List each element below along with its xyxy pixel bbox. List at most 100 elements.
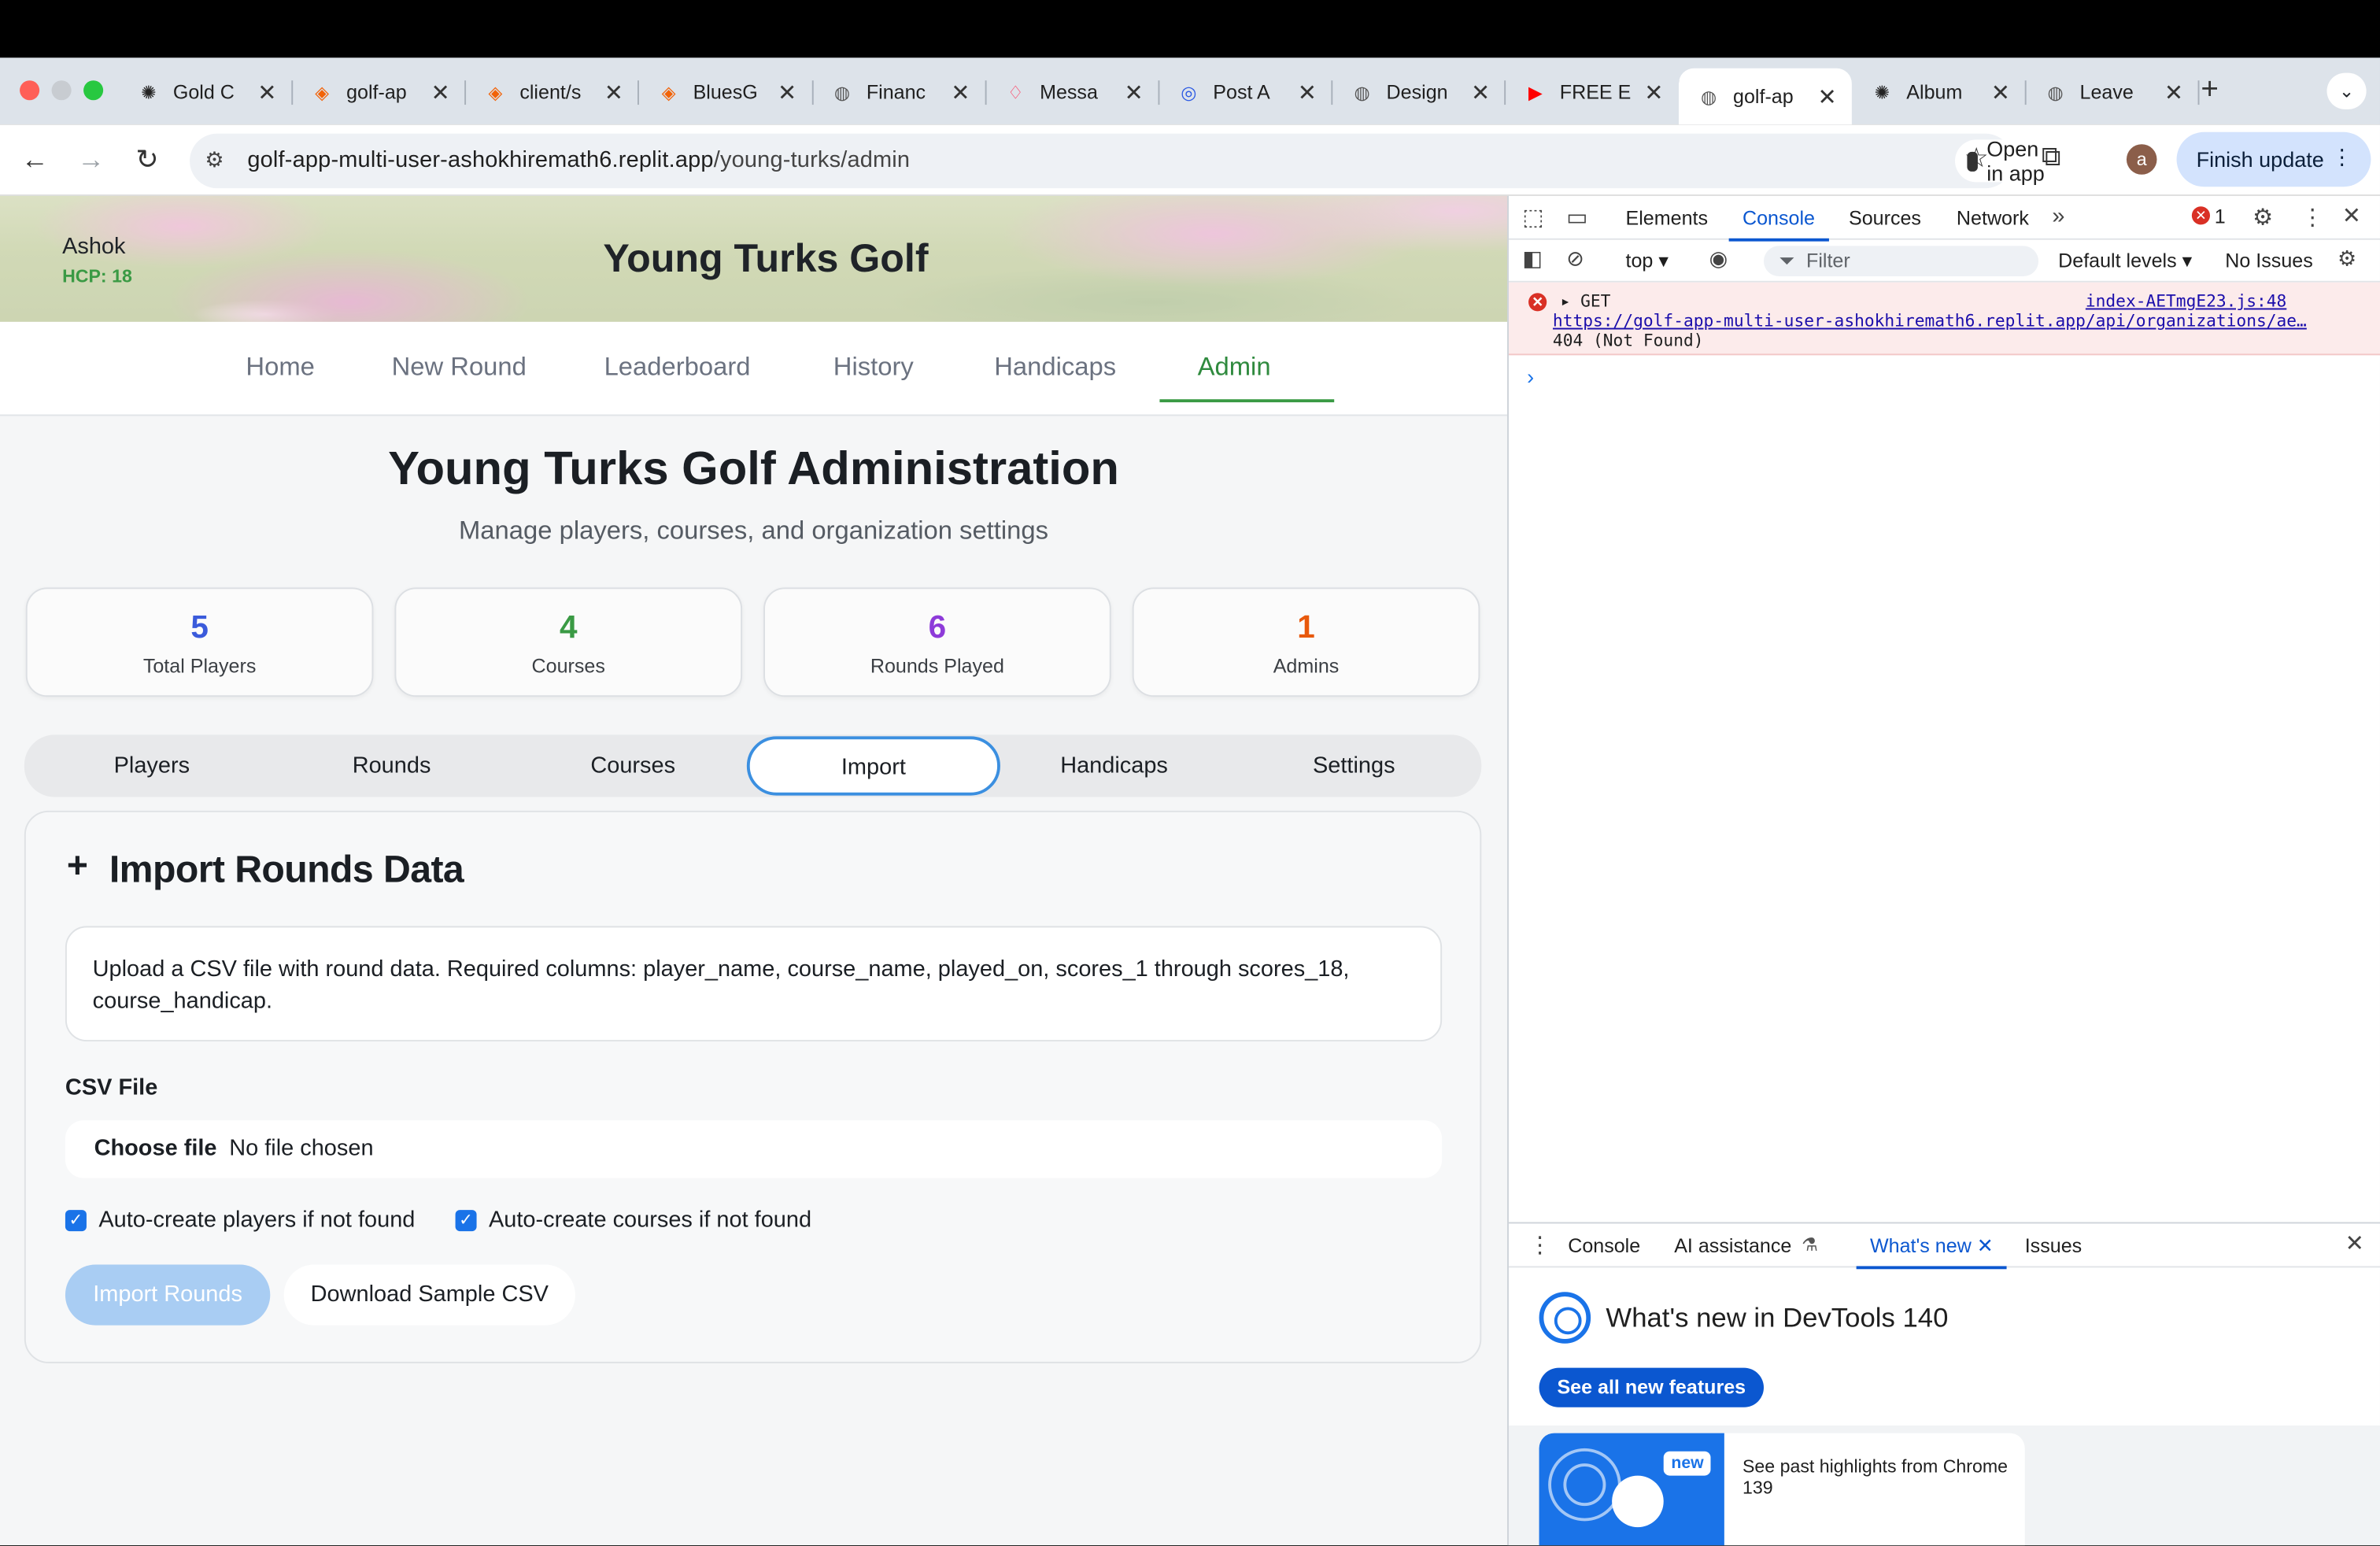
menu-bar-area (0, 0, 2380, 58)
error-source-link[interactable]: index-AETmgE23.js:48 (2086, 291, 2286, 311)
subtab-courses[interactable]: Courses (512, 734, 755, 797)
browser-tab[interactable]: ◍ golf-ap ✕ (1678, 68, 1852, 125)
error-count[interactable]: 1 (2215, 205, 2226, 227)
device-toolbar-icon[interactable]: ▭ (1566, 203, 1587, 231)
import-rounds-button[interactable]: Import Rounds (65, 1264, 271, 1326)
close-tab-icon[interactable]: ✕ (1977, 1234, 1994, 1257)
console-prompt-icon[interactable]: › (1527, 364, 1534, 389)
close-tab-icon[interactable]: ✕ (1815, 83, 1839, 110)
close-tab-icon[interactable]: ✕ (1295, 78, 1319, 105)
subtab-settings[interactable]: Settings (1232, 734, 1476, 797)
tab-search-icon[interactable]: ⌄ (2326, 72, 2367, 109)
subtab-handicaps[interactable]: Handicaps (992, 734, 1236, 797)
devtools-tab-elements[interactable]: Elements (1625, 196, 1708, 240)
auto-create-players-checkbox[interactable]: ✓ (65, 1210, 87, 1232)
drawer-tab-issues[interactable]: Issues (2025, 1223, 2082, 1267)
context-select[interactable]: top ▾ (1625, 249, 1668, 273)
auto-create-courses-checkbox[interactable]: ✓ (455, 1210, 477, 1232)
browser-tab[interactable]: ◎ Post A ✕ (1159, 68, 1333, 116)
finish-update-button[interactable]: Finish update ⋮ (2176, 131, 2371, 187)
stat-label: Total Players (142, 654, 257, 678)
close-tab-icon[interactable]: ✕ (2162, 78, 2186, 105)
browser-toolbar: ← → ↻ ⚙ golf-app-multi-user-ashokhiremat… (0, 124, 2380, 196)
close-tab-icon[interactable]: ✕ (601, 78, 626, 105)
devtools-tab-network[interactable]: Network (1957, 196, 2029, 240)
minimize-window-button[interactable] (51, 80, 72, 101)
download-sample-csv-button[interactable]: Download Sample CSV (283, 1264, 575, 1326)
inspect-element-icon[interactable]: ⬚ (1522, 203, 1543, 231)
devtools-tab-console[interactable]: Console (1728, 196, 1828, 242)
browser-tab[interactable]: ◍ Design ✕ (1332, 68, 1506, 116)
auto-create-players-label[interactable]: Auto-create players if not found (98, 1207, 415, 1233)
error-url-link[interactable]: https://golf-app-multi-user-ashokhiremat… (1553, 311, 2339, 331)
past-highlights-card[interactable]: new See past highlights from Chrome 139 (1539, 1433, 2025, 1546)
console-error-row[interactable]: ✕ ▸ GET index-AETmgE23.js:48 https://gol… (1508, 282, 2380, 356)
profile-avatar[interactable]: a (2126, 144, 2157, 175)
address-bar[interactable]: ⚙ golf-app-multi-user-ashokhiremath6.rep… (190, 133, 2064, 189)
clear-console-icon[interactable]: ⊘ (1566, 246, 1584, 272)
browser-tab[interactable]: ▶ FREE E ✕ (1505, 68, 1680, 116)
browser-tab[interactable]: ♢ Messa ✕ (985, 68, 1160, 116)
stat-label: Admins (1273, 654, 1340, 678)
site-info-icon[interactable]: ⚙ (205, 147, 224, 173)
nav-home[interactable]: Home (246, 322, 314, 413)
close-tab-icon[interactable]: ✕ (1122, 78, 1146, 105)
error-method[interactable]: ▸ GET (1561, 291, 1611, 311)
close-tab-icon[interactable]: ✕ (428, 78, 453, 105)
tab-title: Album (1906, 80, 1963, 104)
browser-tab[interactable]: ✺ Gold C ✕ (118, 68, 294, 116)
reload-icon[interactable]: ↻ (129, 141, 165, 177)
close-tab-icon[interactable]: ✕ (1469, 78, 1493, 105)
close-window-button[interactable] (20, 80, 40, 101)
close-tab-icon[interactable]: ✕ (775, 78, 800, 105)
subtab-players[interactable]: Players (31, 734, 274, 797)
console-filter-input[interactable]: ⏷ Filter (1763, 246, 2039, 276)
auto-create-courses-label[interactable]: Auto-create courses if not found (489, 1207, 811, 1233)
browser-tab[interactable]: ◈ BluesG ✕ (638, 68, 813, 116)
choose-file-button[interactable]: Choose file (94, 1136, 217, 1162)
error-count-icon[interactable]: ✕ (2191, 206, 2210, 225)
subtab-rounds[interactable]: Rounds (270, 734, 513, 797)
extensions-icon[interactable]: ⧉ (2042, 141, 2061, 172)
csv-file-input[interactable]: Choose file No file chosen (65, 1120, 1443, 1178)
browser-tab[interactable]: ◈ golf-ap ✕ (292, 68, 467, 116)
drawer-menu-icon[interactable]: ⋮ (1528, 1231, 1551, 1259)
drawer-tab-whats-new[interactable]: What's new ✕ (1856, 1223, 2008, 1270)
maximize-window-button[interactable] (83, 80, 104, 101)
browser-tab[interactable]: ◍ Leave ✕ (2025, 68, 2200, 116)
close-tab-icon[interactable]: ✕ (1642, 78, 1666, 105)
nav-new-round[interactable]: New Round (392, 322, 527, 413)
browser-tab[interactable]: ◈ client/s ✕ (465, 68, 640, 116)
settings-gear-icon[interactable]: ⚙ (2252, 203, 2273, 231)
nav-leaderboard[interactable]: Leaderboard (604, 322, 751, 413)
close-tab-icon[interactable]: ✕ (255, 78, 279, 105)
close-tab-icon[interactable]: ✕ (948, 78, 973, 105)
globe-icon: ◍ (833, 81, 851, 103)
more-tabs-icon[interactable]: » (2052, 203, 2064, 229)
bookmark-star-icon[interactable]: ☆ (1964, 142, 1989, 174)
sidebar-toggle-icon[interactable]: ◧ (1522, 246, 1543, 272)
live-expression-eye-icon[interactable]: ◉ (1709, 246, 1728, 272)
devtools-tab-sources[interactable]: Sources (1849, 196, 1921, 240)
drawer-tab-ai-assistance[interactable]: AI assistance (1674, 1223, 1791, 1267)
see-all-features-button[interactable]: See all new features (1539, 1367, 1764, 1407)
forward-icon[interactable]: → (73, 141, 109, 177)
close-devtools-icon[interactable]: ✕ (2342, 202, 2361, 229)
console-settings-icon[interactable]: ⚙ (2338, 246, 2356, 272)
browser-tab[interactable]: ◍ Financ ✕ (811, 68, 987, 116)
subtab-import[interactable]: Import (746, 736, 1000, 796)
nav-history[interactable]: History (833, 322, 914, 413)
replit-icon: ◈ (661, 81, 676, 103)
devtools-menu-icon[interactable]: ⋮ (2301, 203, 2324, 231)
issues-count[interactable]: No Issues (2225, 249, 2312, 272)
close-tab-icon[interactable]: ✕ (1988, 78, 2012, 105)
drawer-tab-console[interactable]: Console (1568, 1223, 1640, 1267)
new-tab-icon[interactable]: + (2201, 73, 2219, 108)
nav-handicaps[interactable]: Handicaps (994, 322, 1116, 413)
back-icon[interactable]: ← (17, 141, 53, 177)
browser-tab[interactable]: ✺ Album ✕ (1852, 68, 2027, 116)
drawer-tabs: ⋮ Console AI assistance ⚗ What's new ✕ I… (1508, 1223, 2380, 1270)
close-drawer-icon[interactable]: ✕ (2345, 1230, 2364, 1257)
nav-admin[interactable]: Admin (1159, 322, 1336, 413)
log-levels-select[interactable]: Default levels ▾ (2058, 249, 2192, 273)
